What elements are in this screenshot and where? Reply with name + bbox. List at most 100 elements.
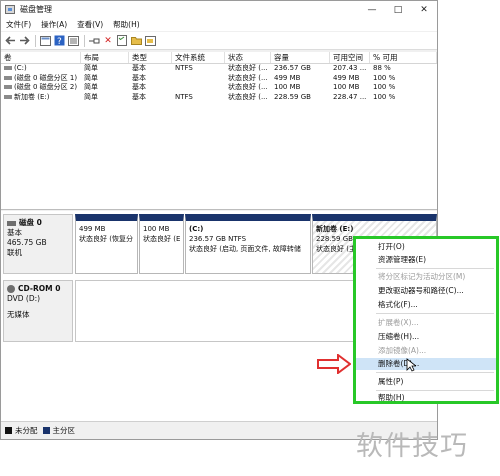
menu-delete-volume[interactable]: 删除卷(D)...: [356, 358, 496, 370]
menu-action[interactable]: 操作(A): [36, 19, 72, 30]
volume-list-header: 卷 布局 类型 文件系统 状态 容量 可用空间 % 可用: [1, 52, 437, 64]
column-header-status[interactable]: 状态: [225, 52, 271, 63]
unallocated-swatch: [5, 427, 12, 434]
layout-cell: 简单: [84, 92, 98, 101]
title-bar: 磁盘管理 — □ ✕: [1, 1, 437, 18]
legend-unallocated: 未分配: [15, 426, 38, 435]
partition-size: 499 MB: [79, 225, 106, 233]
forward-arrow-icon[interactable]: [18, 35, 30, 47]
partition-status: 状态良好 (启动, 页面文件, 故障转储: [189, 245, 301, 253]
delete-icon[interactable]: ✕: [102, 35, 114, 47]
percent-free-cell: 100 %: [373, 73, 396, 82]
menu-separator: [376, 390, 494, 391]
back-arrow-icon[interactable]: [4, 35, 16, 47]
volume-name: (磁盘 0 磁盘分区 1): [14, 73, 78, 82]
window-controls: — □ ✕: [359, 1, 437, 18]
percent-free-cell: 88 %: [373, 64, 391, 72]
capacity-cell: 100 MB: [274, 83, 301, 91]
layout-cell: 简单: [84, 73, 98, 82]
type-cell: 基本: [132, 92, 146, 101]
free-space-cell: 228.47 ...: [333, 92, 367, 101]
column-header-layout[interactable]: 布局: [81, 52, 129, 63]
primary-swatch: [42, 427, 50, 434]
window-title: 磁盘管理: [20, 5, 52, 14]
menu-separator: [376, 268, 494, 269]
status-cell: 状态良好 (...: [228, 83, 268, 91]
menu-open[interactable]: 打开(O): [356, 241, 496, 253]
legend-primary: 主分区: [52, 426, 76, 435]
capacity-cell: 236.57 GB: [274, 64, 311, 72]
volume-icon: [4, 85, 12, 89]
menu-mark-active: 将分区标记为活动分区(M): [378, 272, 466, 281]
percent-free-cell: 100 %: [373, 92, 396, 101]
toolbar-separator: [35, 34, 36, 47]
free-space-cell: 100 MB: [333, 83, 360, 91]
cdrom-icon: [7, 285, 15, 293]
column-header-volume[interactable]: 卷: [1, 52, 81, 63]
column-header-type[interactable]: 类型: [129, 52, 172, 63]
capacity-cell: 228.59 GB: [274, 92, 311, 101]
table-row[interactable]: 新加卷 (E:) 简单 基本 NTFS 状态良好 (... 228.59 GB …: [1, 93, 437, 103]
menu-extend-volume: 扩展卷(X)...: [378, 318, 419, 327]
menu-explorer[interactable]: 资源管理器(E): [356, 254, 496, 266]
cdrom0-label[interactable]: CD-ROM 0 DVD (D:) 无媒体: [3, 280, 73, 342]
export-icon[interactable]: [144, 35, 156, 47]
disk0-size: 465.75 GB: [7, 238, 47, 247]
type-cell: 基本: [132, 83, 146, 91]
red-arrow-icon: [317, 354, 351, 374]
minimize-button[interactable]: —: [359, 1, 385, 18]
menu-help[interactable]: 帮助(H): [108, 19, 145, 30]
volume-cell: (C:): [1, 64, 81, 74]
menu-file[interactable]: 文件(F): [1, 19, 36, 30]
disk-icon: [7, 220, 16, 226]
menu-format[interactable]: 格式化(F)...: [356, 299, 496, 311]
disk0-status: 联机: [7, 248, 22, 257]
partition-title: 新加卷 (E:): [316, 225, 354, 233]
column-header-percent-free[interactable]: % 可用: [370, 52, 437, 63]
menu-properties[interactable]: 属性(P): [356, 376, 496, 388]
svg-text:?: ?: [57, 37, 62, 46]
percent-free-cell: 100 %: [373, 83, 396, 91]
partition-recovery[interactable]: 499 MB 状态良好 (恢复分: [75, 214, 138, 274]
menu-help[interactable]: 帮助(H): [356, 392, 496, 404]
type-cell: 基本: [132, 73, 146, 82]
help-icon[interactable]: ?: [53, 35, 65, 47]
disk0-label[interactable]: 磁盘 0 基本 465.75 GB 联机: [3, 214, 73, 274]
folder-icon[interactable]: [130, 35, 142, 47]
status-cell: 状态良好 (...: [228, 92, 268, 101]
connect-icon[interactable]: [88, 35, 100, 47]
volume-cell: 新加卷 (E:): [1, 93, 81, 103]
properties-icon[interactable]: [116, 35, 128, 47]
table-row[interactable]: (C:) 简单 基本 NTFS 状态良好 (... 236.57 GB 207.…: [1, 64, 437, 74]
filesystem-cell: [172, 83, 225, 93]
list-icon[interactable]: [67, 35, 79, 47]
menu-change-drive-letter[interactable]: 更改驱动器号和路径(C)...: [356, 285, 496, 297]
console-icon[interactable]: [39, 35, 51, 47]
close-button[interactable]: ✕: [411, 1, 437, 18]
status-cell: 状态良好 (...: [228, 64, 268, 72]
disk-management-icon: [5, 5, 15, 14]
maximize-button[interactable]: □: [385, 1, 411, 18]
menu-view[interactable]: 查看(V): [72, 19, 108, 30]
volume-name: 新加卷 (E:): [14, 92, 50, 101]
free-space-cell: 207.43 ...: [333, 64, 367, 72]
column-header-filesystem[interactable]: 文件系统: [172, 52, 225, 63]
column-header-capacity[interactable]: 容量: [271, 52, 330, 63]
partition-size: 236.57 GB NTFS: [189, 235, 247, 243]
menu-separator: [376, 372, 494, 373]
toolbar-separator: [84, 34, 85, 47]
menu-add-mirror: 添加镜像(A)...: [378, 346, 427, 355]
partition-c[interactable]: (C:) 236.57 GB NTFS 状态良好 (启动, 页面文件, 故障转储: [185, 214, 311, 274]
menu-shrink-volume[interactable]: 压缩卷(H)...: [356, 331, 496, 343]
table-row[interactable]: (磁盘 0 磁盘分区 1) 简单 基本 状态良好 (... 499 MB 499…: [1, 74, 437, 84]
context-menu: 打开(O) 资源管理器(E) 将分区标记为活动分区(M) 更改驱动器号和路径(C…: [353, 236, 499, 404]
table-row[interactable]: (磁盘 0 磁盘分区 2) 简单 基本 状态良好 (... 100 MB 100…: [1, 83, 437, 93]
free-space-cell: 499 MB: [333, 73, 360, 82]
partition-size: 100 MB: [143, 225, 170, 233]
cdrom0-name-row: CD-ROM 0: [7, 284, 69, 294]
disk0-type: 基本: [7, 228, 22, 237]
partition-efi[interactable]: 100 MB 状态良好 (E: [139, 214, 184, 274]
column-header-free-space[interactable]: 可用空间: [330, 52, 370, 63]
volume-icon: [4, 66, 12, 70]
disk0-name-row: 磁盘 0: [7, 218, 69, 228]
